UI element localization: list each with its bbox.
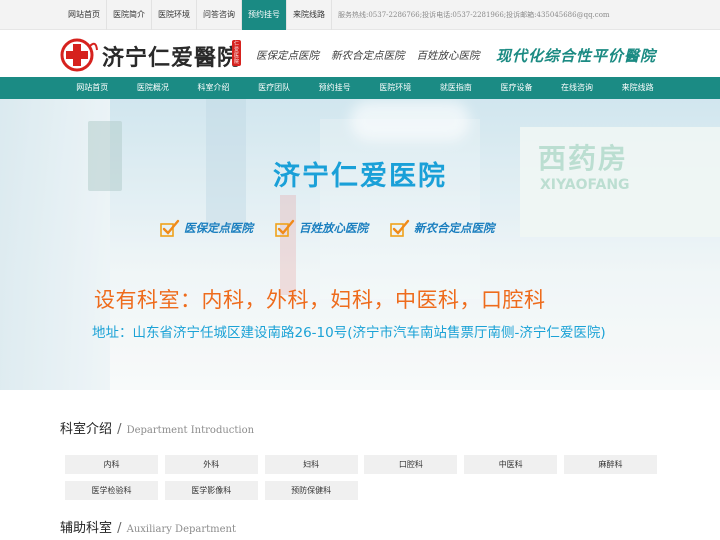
dept-imaging[interactable]: 医学影像科 <box>164 481 258 500</box>
logo-text: 济宁仁爱醫院 <box>102 45 241 71</box>
top-nav-about[interactable]: 医院简介 <box>107 0 152 30</box>
dept-gynecology[interactable]: 妇科 <box>264 455 358 474</box>
dept-stomatology[interactable]: 口腔科 <box>364 455 458 474</box>
banner-badges: 医保定点医院 百姓放心医院 新农合定点医院 <box>160 219 495 237</box>
dept-internal-medicine[interactable]: 内科 <box>65 455 158 474</box>
main-nav-home[interactable]: 网站首页 <box>62 77 123 99</box>
main-nav-consult[interactable]: 在线咨询 <box>547 77 608 99</box>
logo-seal: 仁爱医院 <box>232 40 241 66</box>
header-slogans: 医保定点医院 新农合定点医院 百姓放心医院 <box>256 48 480 63</box>
top-nav-directions[interactable]: 来院线路 <box>287 0 332 30</box>
section-title-en: Auxiliary Department <box>126 524 237 535</box>
section-title-separator: / <box>117 521 122 536</box>
slogan-medical-insurance: 医保定点医院 <box>256 50 319 62</box>
dept-preventive-care[interactable]: 预防保健科 <box>264 481 358 500</box>
hero-banner[interactable]: 西药房 XIYAOFANG 济宁仁爱医院 医保定点医院 百姓放心医院 新农合定点… <box>0 99 720 390</box>
main-nav-team[interactable]: 医疗团队 <box>244 77 305 99</box>
main-nav-departments[interactable]: 科室介绍 <box>183 77 244 99</box>
hospital-logo[interactable]: 济宁仁爱醫院 仁爱医院 <box>60 38 250 72</box>
auxiliary-section-title: 辅助科室 / Auxiliary Department <box>60 517 236 536</box>
banner-title: 济宁仁爱医院 <box>273 161 447 192</box>
dept-tcm[interactable]: 中医科 <box>464 455 558 474</box>
badge-label: 新农合定点医院 <box>414 221 495 235</box>
main-nav-appointment[interactable]: 预约挂号 <box>304 77 365 99</box>
checkbox-check-icon <box>160 219 180 237</box>
main-nav: 网站首页 医院概况 科室介绍 医疗团队 预约挂号 医院环境 就医指南 医疗设备 … <box>0 77 720 99</box>
section-title-zh: 科室介绍 <box>60 422 113 437</box>
banner-overlay <box>0 99 720 390</box>
top-nav-environment[interactable]: 医院环境 <box>152 0 197 30</box>
main-nav-equipment[interactable]: 医疗设备 <box>486 77 547 99</box>
dept-anesthesiology[interactable]: 麻醉科 <box>563 455 657 474</box>
slogan-trusted: 百姓放心医院 <box>416 50 480 62</box>
badge-rural-cooperative: 新农合定点医院 <box>390 219 495 237</box>
banner-departments-line: 设有科室：内科，外科，妇科，中医科，口腔科 <box>94 288 546 312</box>
top-nav-qa[interactable]: 问答咨询 <box>197 0 242 30</box>
main-nav-guide[interactable]: 就医指南 <box>426 77 487 99</box>
top-bar: 网站首页 医院简介 医院环境 问答咨询 预约挂号 来院线路 服务热线:0537-… <box>0 0 720 30</box>
contact-info: 服务热线:0537-2286766;投诉电话:0537-2281966;投诉邮箱… <box>338 11 610 19</box>
dept-laboratory[interactable]: 医学检验科 <box>65 481 158 500</box>
department-grid: 内科 外科 妇科 口腔科 中医科 麻醉科 医学检验科 医学影像科 预防保健科 <box>65 455 657 500</box>
badge-label: 百姓放心医院 <box>299 221 368 235</box>
checkbox-check-icon <box>390 219 410 237</box>
badge-medical-insurance: 医保定点医院 <box>160 219 253 237</box>
banner-address-line: 地址：山东省济宁任城区建设南路26-10号(济宁市汽车南站售票厅南侧-济宁仁爱医… <box>92 325 606 341</box>
section-title-zh: 辅助科室 <box>60 521 113 536</box>
checkbox-check-icon <box>275 219 295 237</box>
red-cross-icon <box>60 38 98 72</box>
slogan-rural-cooperative: 新农合定点医院 <box>331 50 405 62</box>
section-title-separator: / <box>117 422 122 437</box>
main-nav-overview[interactable]: 医院概况 <box>123 77 184 99</box>
top-nav-appointment[interactable]: 预约挂号 <box>242 0 287 30</box>
header-tagline: 现代化综合性平价醫院 <box>496 47 657 65</box>
main-nav-environment[interactable]: 医院环境 <box>365 77 426 99</box>
dept-surgery[interactable]: 外科 <box>164 455 258 474</box>
badge-label: 医保定点医院 <box>184 221 253 235</box>
top-nav: 网站首页 医院简介 医院环境 问答咨询 预约挂号 来院线路 <box>62 0 332 30</box>
main-nav-directions[interactable]: 来院线路 <box>607 77 668 99</box>
top-nav-home[interactable]: 网站首页 <box>62 0 107 30</box>
badge-trusted: 百姓放心医院 <box>275 219 368 237</box>
department-section-title: 科室介绍 / Department Introduction <box>60 418 254 437</box>
section-title-en: Department Introduction <box>126 425 255 436</box>
